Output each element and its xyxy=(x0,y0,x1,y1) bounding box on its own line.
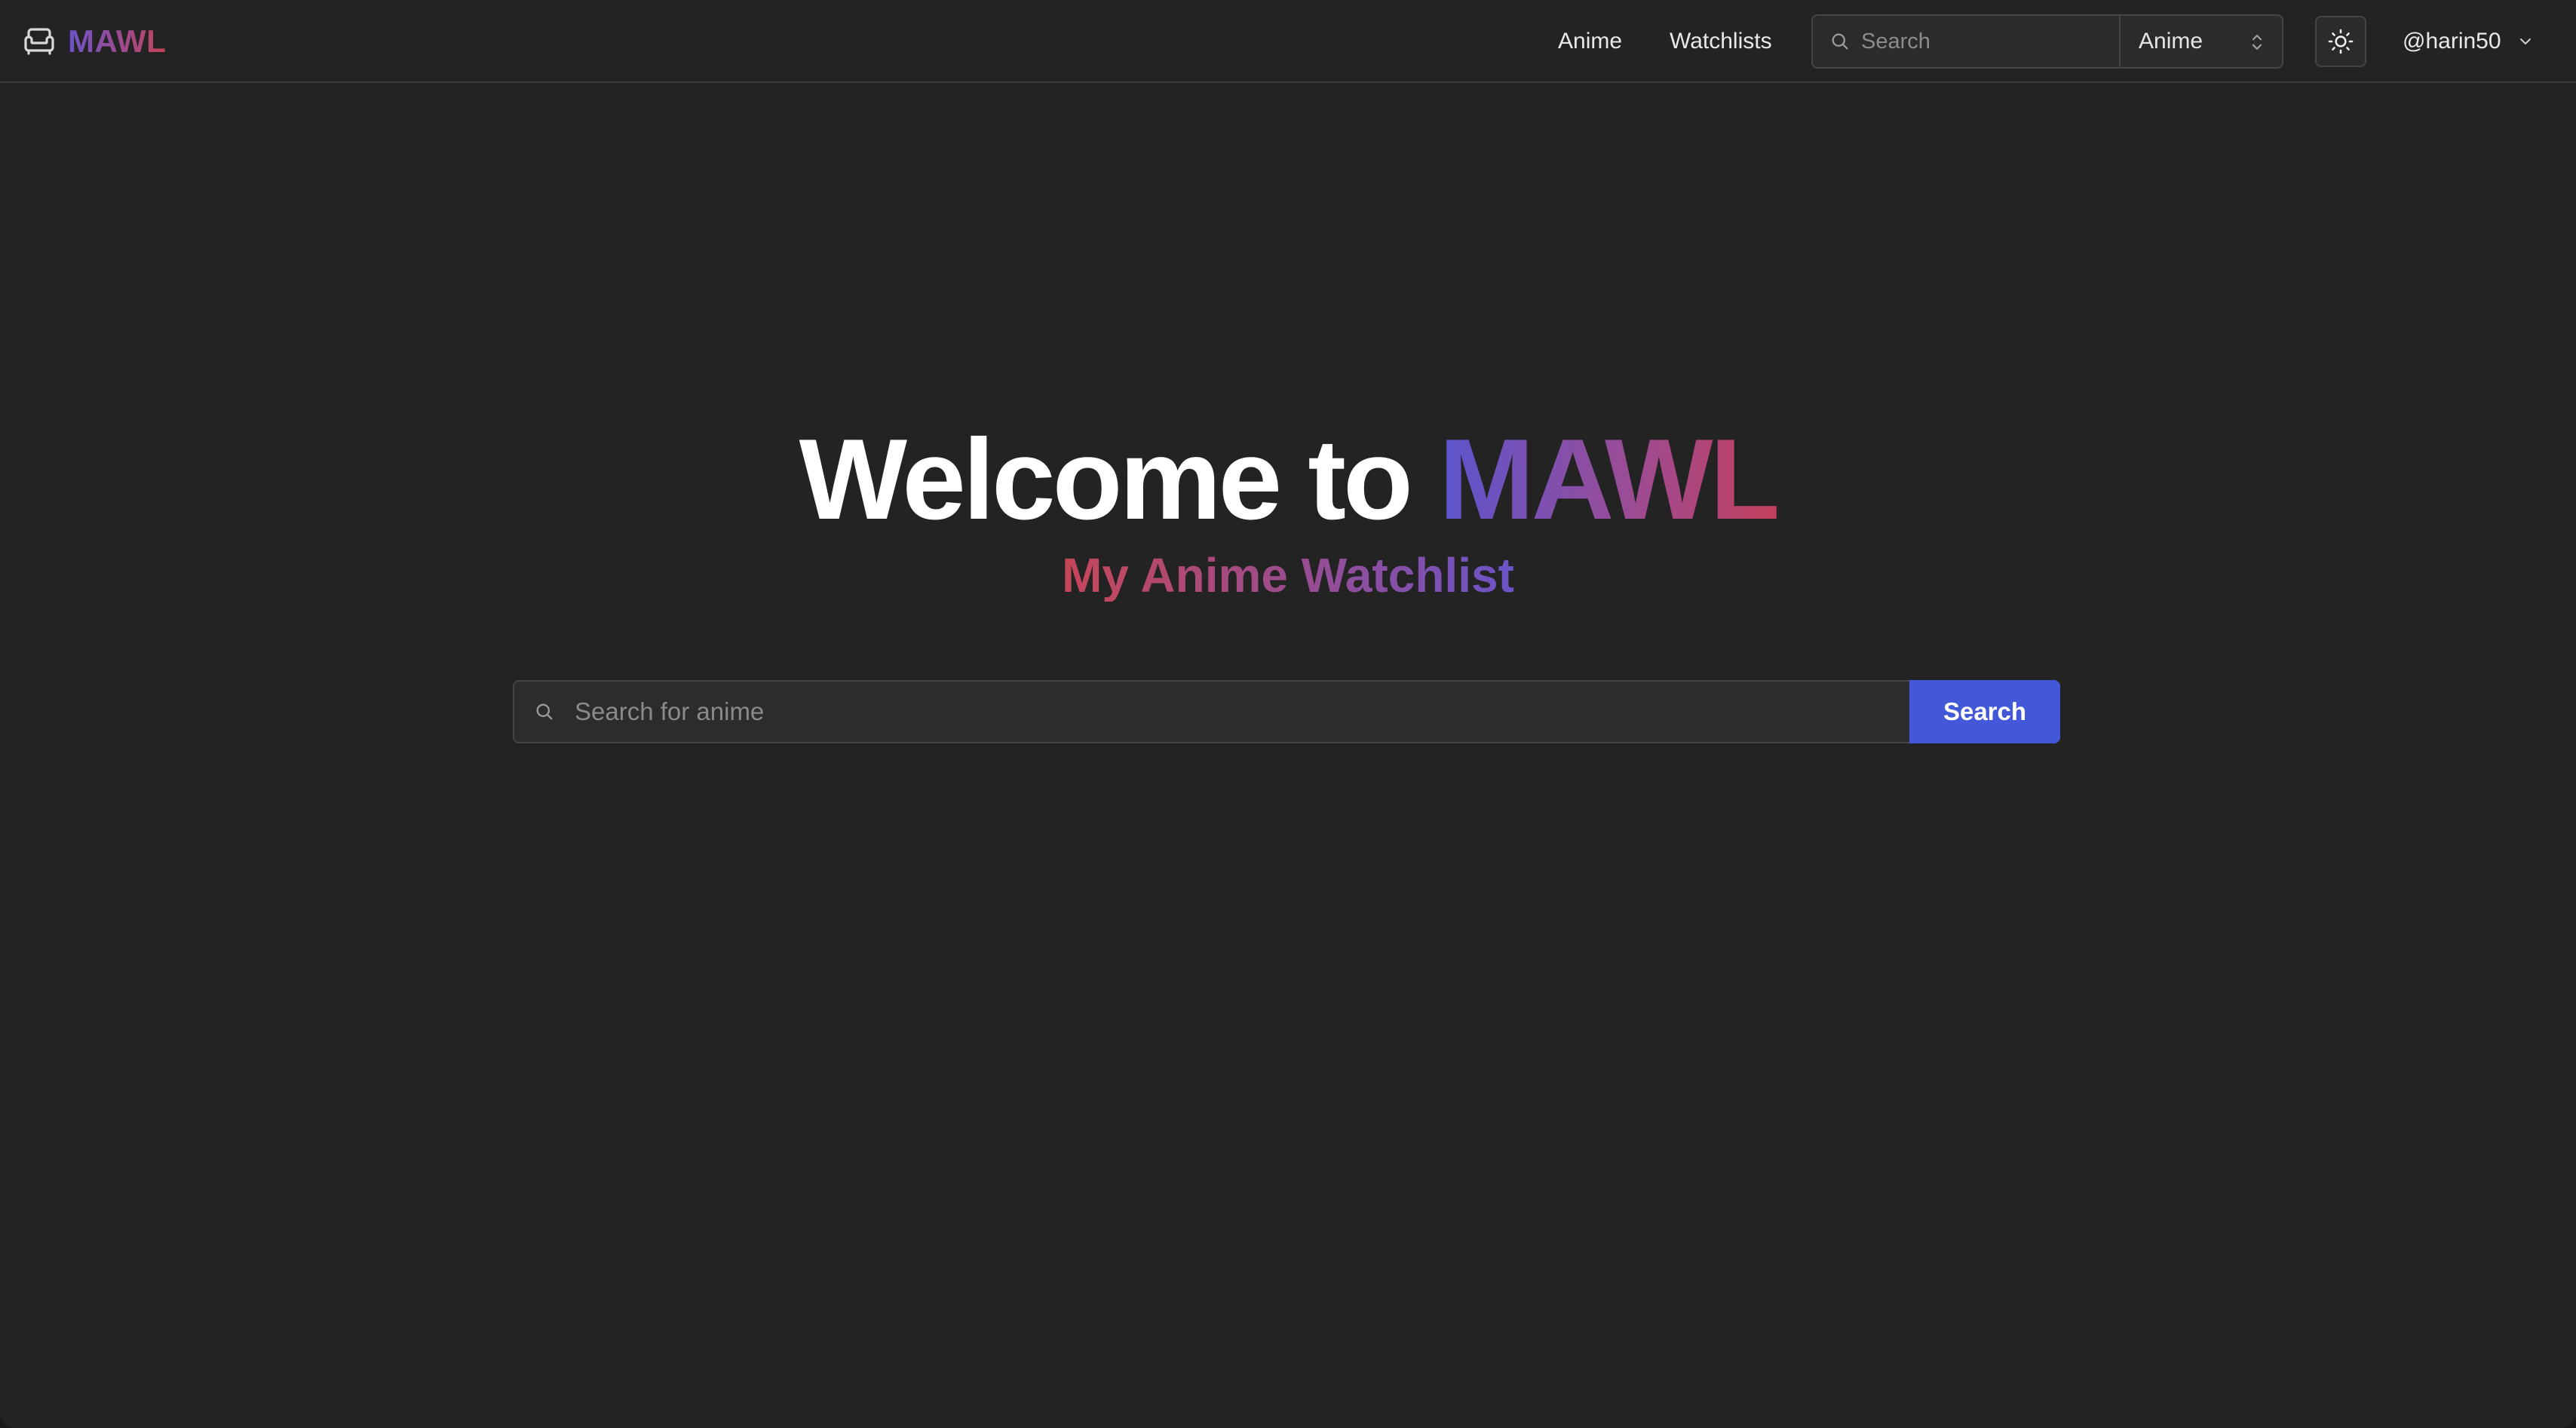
hero-subtitle: My Anime Watchlist xyxy=(1062,548,1514,602)
top-navbar: MAWL Anime Watchlists Anime xyxy=(0,0,2576,83)
user-handle: @harin50 xyxy=(2403,29,2501,54)
navbar-search-input[interactable] xyxy=(1861,16,2110,67)
hero-section: Welcome to MAWL My Anime Watchlist xyxy=(0,422,2576,602)
theme-toggle-button[interactable] xyxy=(2315,16,2366,67)
user-menu[interactable]: @harin50 xyxy=(2403,23,2535,60)
search-category-value: Anime xyxy=(2139,29,2203,54)
main-search-field xyxy=(513,680,1909,743)
brand-logo-link[interactable]: MAWL xyxy=(21,20,166,63)
anime-search-input[interactable] xyxy=(575,682,1887,742)
sun-icon xyxy=(2328,29,2354,54)
armchair-icon xyxy=(24,28,54,55)
brand-name: MAWL xyxy=(68,23,167,59)
hero-title: Welcome to MAWL xyxy=(0,422,2576,537)
chevron-up-down-icon xyxy=(2252,35,2262,50)
search-button[interactable]: Search xyxy=(1909,680,2060,743)
nav-link-watchlists[interactable]: Watchlists xyxy=(1670,24,1772,59)
chevron-down-icon xyxy=(2519,38,2531,44)
search-category-select[interactable]: Anime xyxy=(2121,16,2282,67)
search-icon xyxy=(1832,33,1848,50)
search-icon xyxy=(536,703,553,720)
hero-title-brand: MAWL xyxy=(1439,415,1780,544)
navbar-search-field xyxy=(1813,16,2121,67)
nav-link-anime[interactable]: Anime xyxy=(1558,24,1622,59)
app-window: MAWL Anime Watchlists Anime xyxy=(0,0,2576,1428)
hero-title-prefix: Welcome to xyxy=(799,415,1413,544)
main-search-bar: Search xyxy=(513,680,2060,743)
navbar-search-group: Anime xyxy=(1811,14,2283,69)
